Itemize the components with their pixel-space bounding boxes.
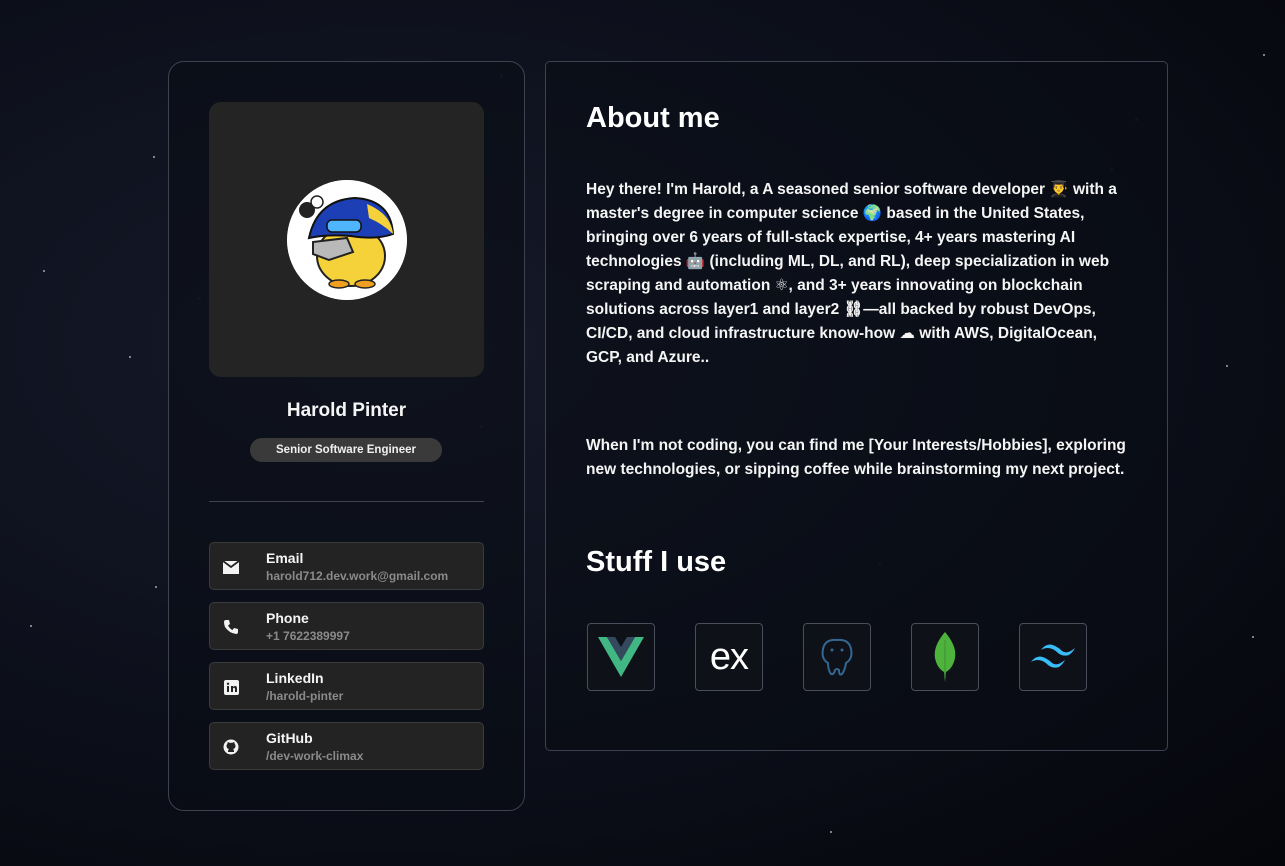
tech-mongodb[interactable] — [911, 623, 979, 691]
phone-icon — [222, 618, 240, 636]
envelope-icon — [222, 558, 240, 576]
tailwind-icon — [1031, 644, 1075, 668]
contact-label: LinkedIn — [266, 670, 324, 686]
avatar-container — [209, 102, 484, 377]
tech-tailwind[interactable] — [1019, 623, 1087, 691]
profile-name: Harold Pinter — [286, 400, 407, 421]
about-card: About me Hey there! I'm Harold, a A seas… — [545, 61, 1168, 751]
postgresql-icon — [821, 638, 853, 676]
role-badge: Senior Software Engineer — [250, 438, 442, 462]
contact-label: GitHub — [266, 730, 313, 746]
stack-title: Stuff I use — [586, 546, 727, 578]
contact-github[interactable]: GitHub /dev-work-climax — [209, 722, 484, 770]
tech-vue[interactable] — [587, 623, 655, 691]
avatar — [286, 179, 407, 300]
divider — [209, 501, 484, 502]
contact-label: Phone — [266, 610, 309, 626]
tech-express[interactable]: ex — [695, 623, 763, 691]
tech-postgresql[interactable] — [803, 623, 871, 691]
duck-avatar-icon — [286, 179, 407, 300]
contact-phone[interactable]: Phone +1 7622389997 — [209, 602, 484, 650]
contact-value: /harold-pinter — [266, 689, 344, 703]
profile-card: Harold Pinter Senior Software Engineer E… — [168, 61, 525, 811]
about-title: About me — [586, 102, 720, 134]
about-paragraph-2: When I'm not coding, you can find me [Yo… — [586, 437, 1126, 478]
github-icon — [222, 738, 240, 756]
contact-value: harold712.dev.work@gmail.com — [266, 569, 449, 583]
mongodb-icon — [934, 632, 956, 682]
contact-label: Email — [266, 550, 304, 566]
contact-email[interactable]: Email harold712.dev.work@gmail.com — [209, 542, 484, 590]
vue-icon — [598, 637, 644, 677]
about-paragraph-1: Hey there! I'm Harold, a A seasoned seni… — [586, 181, 1117, 366]
linkedin-icon — [222, 678, 240, 696]
contact-value: +1 7622389997 — [266, 629, 350, 643]
contact-value: /dev-work-climax — [266, 749, 364, 763]
contact-linkedin[interactable]: LinkedIn /harold-pinter — [209, 662, 484, 710]
express-icon: ex — [709, 635, 749, 678]
